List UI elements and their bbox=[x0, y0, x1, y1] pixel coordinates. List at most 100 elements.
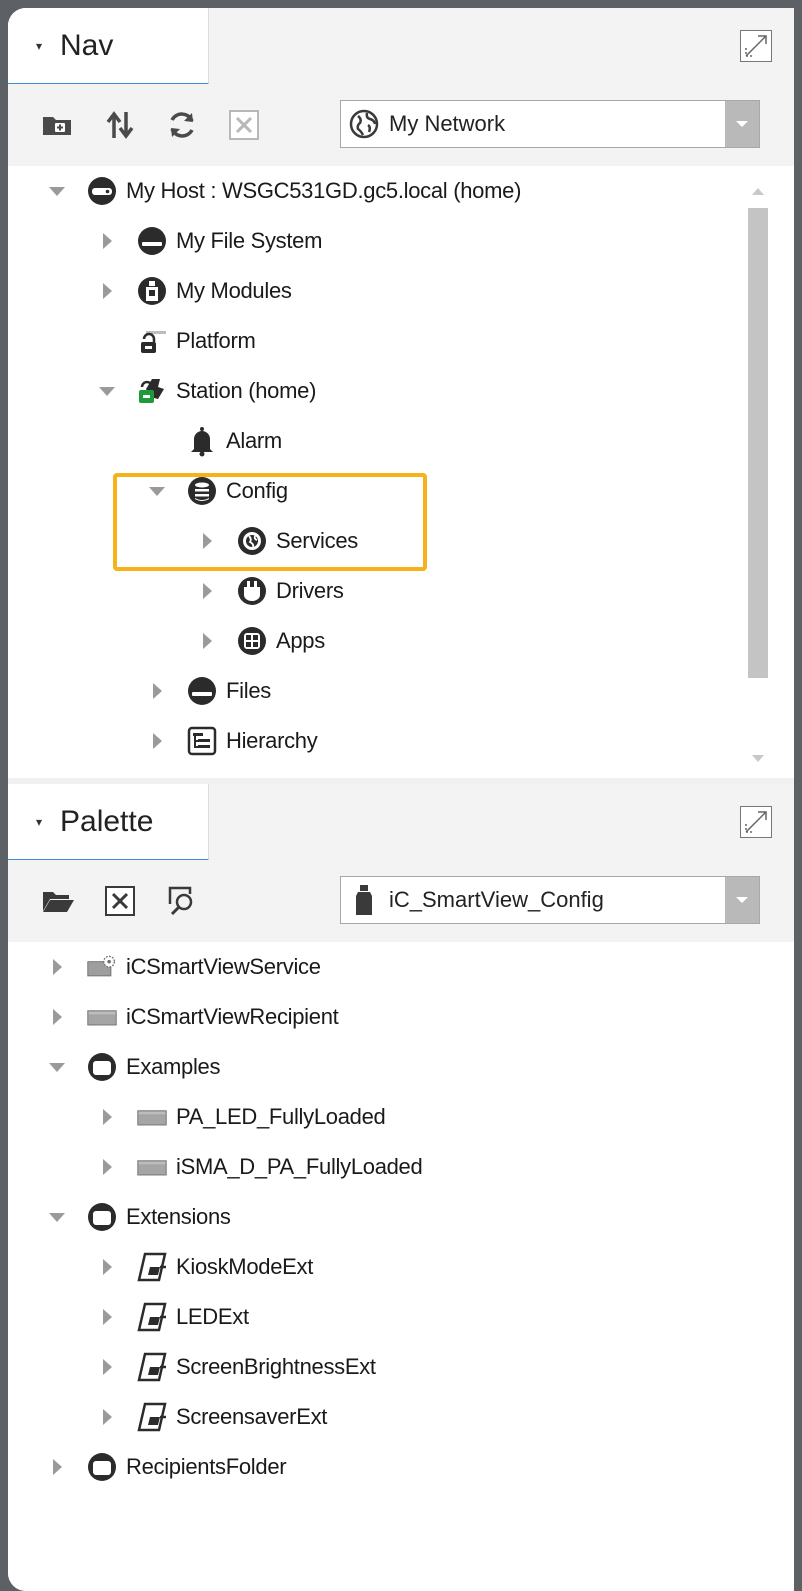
file-system-icon bbox=[136, 225, 168, 257]
new-folder-button[interactable] bbox=[38, 105, 78, 145]
tree-item-alarm[interactable]: Alarm bbox=[8, 416, 282, 466]
tree-item-screenbrightnessext[interactable]: ScreenBrightnessExt bbox=[8, 1342, 376, 1392]
globe-icon bbox=[347, 109, 381, 139]
tree-item-label: Station (home) bbox=[176, 378, 317, 403]
expand-arrow-down-icon[interactable] bbox=[46, 180, 68, 202]
sync-button[interactable] bbox=[100, 105, 140, 145]
scroll-down-icon[interactable] bbox=[752, 755, 764, 762]
tree-item-config[interactable]: Config bbox=[8, 466, 288, 516]
network-dropdown[interactable]: My Network bbox=[340, 100, 760, 148]
nav-title: Nav bbox=[60, 28, 114, 62]
open-palette-button[interactable] bbox=[38, 881, 78, 921]
tree-item-label: PA_LED_FullyLoaded bbox=[176, 1104, 386, 1129]
tree-item-icsmartviewrecipient[interactable]: iCSmartViewRecipient bbox=[8, 992, 339, 1042]
expand-arrow-right-icon[interactable] bbox=[96, 280, 118, 302]
scroll-up-icon[interactable] bbox=[752, 188, 764, 195]
expand-arrow-down-icon[interactable] bbox=[146, 480, 168, 502]
expand-arrow-right-icon[interactable] bbox=[96, 230, 118, 252]
expand-arrow-right-icon[interactable] bbox=[96, 1106, 118, 1128]
expand-arrow-right-icon[interactable] bbox=[196, 630, 218, 652]
tree-item-files[interactable]: Files bbox=[8, 666, 271, 716]
host-icon bbox=[86, 175, 118, 207]
tree-item-apps[interactable]: Apps bbox=[8, 616, 325, 666]
search-icon bbox=[168, 886, 193, 916]
station-icon bbox=[136, 375, 168, 407]
expand-arrow-right-icon[interactable] bbox=[96, 1356, 118, 1378]
palette-panel-header: ▾ Palette bbox=[8, 784, 794, 861]
tree-item-screensaverext[interactable]: ScreensaverExt bbox=[8, 1392, 327, 1442]
expand-arrow-right-icon[interactable] bbox=[146, 680, 168, 702]
chevron-down-icon[interactable] bbox=[725, 877, 759, 923]
nav-scrollbar[interactable] bbox=[748, 188, 768, 768]
expand-arrow-right-icon[interactable] bbox=[196, 530, 218, 552]
nav-panel: ▾ Nav My Network My Host: WSGC531GD.gc5… bbox=[8, 8, 794, 778]
bell-icon bbox=[186, 425, 218, 457]
close-icon bbox=[105, 886, 135, 916]
tree-item-pa-led-fullyloaded[interactable]: PA_LED_FullyLoaded bbox=[8, 1092, 386, 1142]
apps-icon bbox=[236, 625, 268, 657]
tree-item-label: Config bbox=[226, 478, 288, 503]
find-button[interactable] bbox=[162, 881, 202, 921]
chevron-down-icon[interactable] bbox=[725, 101, 759, 147]
tree-item-platform[interactable]: Platform bbox=[8, 316, 256, 366]
tree-item-hierarchy[interactable]: Hierarchy bbox=[8, 716, 318, 766]
database-icon bbox=[186, 475, 218, 507]
close-palette-button[interactable] bbox=[100, 881, 140, 921]
tree-item-extensions[interactable]: Extensions bbox=[8, 1192, 231, 1242]
palette-module-dropdown[interactable]: iC_SmartView_Config bbox=[340, 876, 760, 924]
module-jar-icon bbox=[347, 884, 381, 916]
expand-arrow-right-icon[interactable] bbox=[46, 1456, 68, 1478]
tree-item-recipientsfolder[interactable]: RecipientsFolder bbox=[8, 1442, 287, 1492]
tree-item-my-modules[interactable]: My Modules bbox=[8, 266, 292, 316]
palette-tab[interactable]: ▾ Palette bbox=[8, 784, 209, 861]
nav-maximize-button[interactable] bbox=[740, 30, 772, 62]
open-folder-icon bbox=[43, 892, 74, 912]
tree-item-station-home[interactable]: Station (home) bbox=[8, 366, 316, 416]
tree-item-label: ScreenBrightnessExt bbox=[176, 1354, 376, 1379]
nav-tab[interactable]: ▾ Nav bbox=[8, 8, 209, 85]
expand-arrow-down-icon[interactable] bbox=[96, 380, 118, 402]
folder-icon bbox=[86, 1051, 118, 1083]
close-button[interactable] bbox=[224, 105, 264, 145]
expand-arrow-right-icon[interactable] bbox=[46, 956, 68, 978]
expand-arrow-down-icon[interactable] bbox=[46, 1056, 68, 1078]
expand-arrow-right-icon[interactable] bbox=[96, 1256, 118, 1278]
tree-item-label: Apps bbox=[276, 628, 325, 653]
palette-toolbar: iC_SmartView_Config bbox=[8, 860, 794, 942]
component-icon bbox=[136, 1151, 168, 1183]
tree-item-ledext[interactable]: LEDExt bbox=[8, 1292, 249, 1342]
expand-arrow-right-icon[interactable] bbox=[146, 730, 168, 752]
expand-arrow-right-icon[interactable] bbox=[96, 1406, 118, 1428]
expand-arrow-right-icon[interactable] bbox=[96, 1156, 118, 1178]
close-icon bbox=[229, 110, 259, 140]
expand-arrow-down-icon[interactable] bbox=[46, 1206, 68, 1228]
tree-item-label: Services bbox=[276, 528, 358, 553]
expand-arrow-right-icon[interactable] bbox=[196, 580, 218, 602]
tab-caret-icon[interactable]: ▾ bbox=[36, 815, 52, 829]
scrollbar-thumb[interactable] bbox=[748, 208, 768, 678]
expand-arrow-right-icon[interactable] bbox=[46, 1006, 68, 1028]
tree-item-drivers[interactable]: Drivers bbox=[8, 566, 344, 616]
palette-maximize-button[interactable] bbox=[740, 806, 772, 838]
tree-item-examples[interactable]: Examples bbox=[8, 1042, 221, 1092]
side-bar-window: ▾ Nav My Network My Host: WSGC531GD.gc5… bbox=[8, 8, 794, 1591]
refresh-button[interactable] bbox=[162, 105, 202, 145]
extension-icon bbox=[136, 1401, 168, 1433]
expand-arrow-right-icon[interactable] bbox=[96, 1306, 118, 1328]
tree-item-kioskmodeext[interactable]: KioskModeExt bbox=[8, 1242, 313, 1292]
tree-item-isma-d-pa-fullyloaded[interactable]: iSMA_D_PA_FullyLoaded bbox=[8, 1142, 423, 1192]
tree-item-label: Hierarchy bbox=[226, 728, 318, 753]
nav-toolbar: My Network bbox=[8, 84, 794, 166]
tree-item-label: ScreensaverExt bbox=[176, 1404, 328, 1429]
tree-item-label: iCSmartViewService bbox=[126, 954, 321, 979]
tree-item-my-host-wsgc531gd-gc5-local-home[interactable]: My Host : WSGC531GD.gc5.local (home) bbox=[8, 166, 521, 216]
tree-item-services[interactable]: Services bbox=[8, 516, 358, 566]
up-down-arrows-icon bbox=[106, 111, 134, 139]
tree-item-icsmartviewservice[interactable]: iCSmartViewService bbox=[8, 942, 321, 992]
modules-icon bbox=[136, 275, 168, 307]
tab-caret-icon[interactable]: ▾ bbox=[36, 39, 52, 53]
tree-item-my-file-system[interactable]: My File System bbox=[8, 216, 322, 266]
tree-item-label: Extensions bbox=[126, 1204, 231, 1229]
